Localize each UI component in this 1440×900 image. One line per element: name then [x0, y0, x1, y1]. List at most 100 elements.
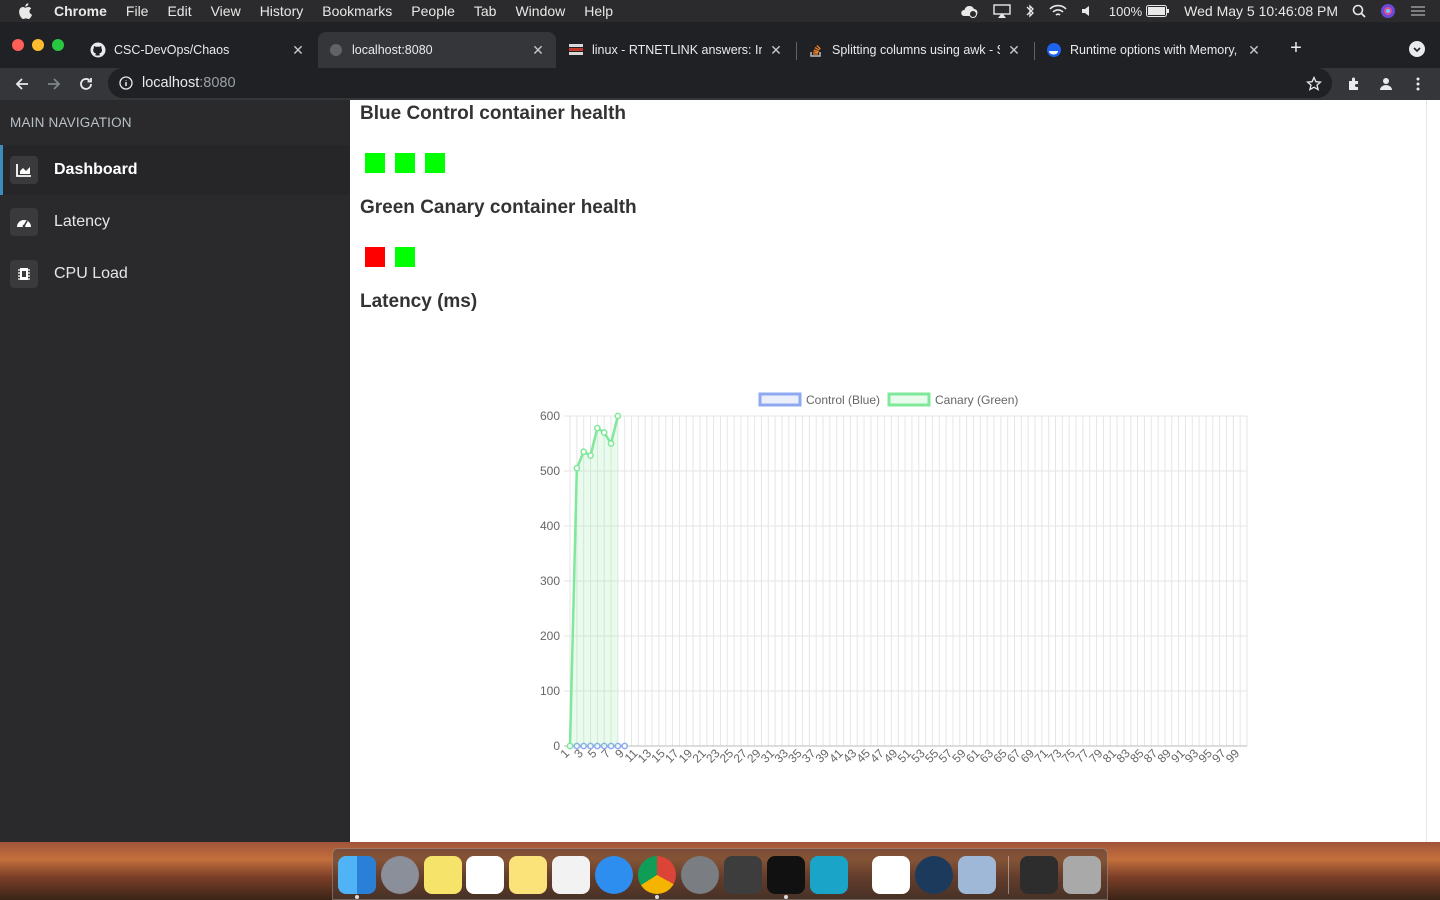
sublime-text-icon[interactable]: [724, 856, 762, 894]
menu-bookmarks[interactable]: Bookmarks: [322, 3, 392, 19]
launchpad-icon[interactable]: [381, 856, 419, 894]
menu-edit[interactable]: Edit: [167, 3, 191, 19]
notes-icon[interactable]: [509, 856, 547, 894]
apple-icon[interactable]: [18, 3, 38, 19]
remote-desktop-icon[interactable]: [810, 856, 848, 894]
spotlight-search-icon[interactable]: [1352, 4, 1366, 18]
battery-icon[interactable]: [1146, 5, 1170, 17]
clock[interactable]: Wed May 5 10:46:08 PM: [1184, 3, 1338, 19]
sidebar-item-latency[interactable]: Latency: [0, 197, 350, 247]
tab-close-icon[interactable]: ✕: [530, 42, 546, 58]
tab-title: Splitting columns using awk - S: [832, 43, 1000, 57]
tab-unix-stackexchange[interactable]: linux - RTNETLINK answers: In ✕: [558, 32, 794, 68]
running-indicator: [784, 895, 788, 899]
wifi-icon[interactable]: [1049, 4, 1067, 18]
running-indicator: [355, 895, 359, 899]
safari-icon[interactable]: [595, 856, 633, 894]
github-icon: [90, 42, 106, 58]
chrome-menu-icon[interactable]: [1407, 73, 1429, 95]
vscode-icon[interactable]: [872, 856, 910, 894]
tab-close-icon[interactable]: ✕: [1006, 42, 1022, 58]
calendar-icon[interactable]: [466, 856, 504, 894]
tab-separator: [796, 42, 797, 60]
extensions-icon[interactable]: [1343, 73, 1365, 95]
url-host: localhost: [142, 75, 200, 91]
tab-close-icon[interactable]: ✕: [1246, 42, 1262, 58]
data-point-canary: [573, 464, 581, 472]
tab-title: CSC-DevOps/Chaos: [114, 43, 230, 57]
siri-icon[interactable]: [1380, 3, 1396, 19]
volume-icon[interactable]: [1081, 4, 1095, 18]
zoom-window-button[interactable]: [52, 39, 64, 51]
back-button[interactable]: [11, 73, 33, 95]
virtualbox-icon[interactable]: [958, 856, 996, 894]
legend-label: Canary (Green): [935, 393, 1018, 407]
menu-tab[interactable]: Tab: [474, 3, 497, 19]
menu-help[interactable]: Help: [584, 3, 613, 19]
tab-stackoverflow[interactable]: Splitting columns using awk - S ✕: [798, 32, 1032, 68]
data-point-canary: [580, 448, 588, 456]
site-info-icon[interactable]: [119, 76, 133, 90]
bluetooth-icon[interactable]: [1025, 4, 1035, 18]
legend-label: Control (Blue): [806, 393, 880, 407]
menu-app-name[interactable]: Chrome: [54, 3, 107, 19]
reload-button[interactable]: [75, 73, 97, 95]
system-preferences-icon[interactable]: [681, 856, 719, 894]
tab-close-icon[interactable]: ✕: [768, 42, 784, 58]
reminders-icon[interactable]: [552, 856, 590, 894]
tab-localhost[interactable]: localhost:8080 ✕: [318, 32, 556, 68]
browser-tab-strip: CSC-DevOps/Chaos ✕ localhost:8080 ✕ linu…: [0, 22, 1440, 68]
stickies-icon[interactable]: [424, 856, 462, 894]
forward-button[interactable]: [43, 73, 65, 95]
quicktime-icon[interactable]: [915, 856, 953, 894]
new-tab-button[interactable]: +: [1286, 38, 1306, 58]
stackexchange-icon: [568, 42, 584, 58]
blue-control-health-heading: Blue Control container health: [360, 103, 627, 124]
trash-icon[interactable]: [1063, 856, 1101, 894]
sidebar-header: MAIN NAVIGATION: [10, 115, 132, 130]
tab-title: linux - RTNETLINK answers: In: [592, 43, 762, 57]
tab-close-icon[interactable]: ✕: [290, 42, 306, 58]
menu-window[interactable]: Window: [515, 3, 565, 19]
main-content: Blue Control container health Green Cana…: [350, 100, 1426, 842]
menu-view[interactable]: View: [211, 3, 241, 19]
page-scrollbar[interactable]: [1426, 100, 1440, 842]
menu-history[interactable]: History: [260, 3, 304, 19]
y-tick-label: 300: [540, 574, 560, 588]
legend-swatch: [758, 392, 802, 407]
minimize-window-button[interactable]: [32, 39, 44, 51]
sidebar-item-label: CPU Load: [54, 265, 128, 282]
chrome-icon[interactable]: [638, 856, 676, 894]
data-point-canary: [594, 424, 601, 432]
y-tick-label: 600: [540, 409, 560, 423]
close-window-button[interactable]: [12, 39, 24, 51]
notification-center-icon[interactable]: [1410, 5, 1426, 17]
tab-search-icon[interactable]: [1409, 41, 1425, 57]
bookmark-star-icon[interactable]: [1303, 73, 1325, 95]
sidebar: MAIN NAVIGATION Dashboard Latency CPU Lo…: [0, 100, 350, 842]
y-tick-label: 200: [540, 629, 560, 643]
menu-file[interactable]: File: [126, 3, 149, 19]
downloads-folder-icon[interactable]: [1020, 856, 1058, 894]
green-health-square: [365, 247, 385, 267]
blue-health-square: [395, 153, 415, 173]
address-bar[interactable]: localhost:8080: [108, 68, 1332, 98]
cloud-sync-icon[interactable]: [959, 4, 979, 18]
gauge-icon: [10, 208, 38, 236]
tab-github[interactable]: CSC-DevOps/Chaos ✕: [80, 32, 316, 68]
sidebar-item-dashboard[interactable]: Dashboard: [0, 145, 350, 195]
airplay-icon[interactable]: [993, 4, 1011, 18]
terminal-icon[interactable]: [767, 856, 805, 894]
latency-chart-heading: Latency (ms): [360, 291, 478, 312]
tab-separator: [1034, 42, 1035, 60]
finder-icon[interactable]: [338, 856, 376, 894]
browser-toolbar: localhost:8080: [0, 68, 1440, 100]
battery-percent[interactable]: 100%: [1109, 4, 1142, 19]
y-tick-label: 500: [540, 464, 560, 478]
tab-docker-docs[interactable]: Runtime options with Memory, ✕: [1036, 32, 1272, 68]
sidebar-item-cpu-load[interactable]: CPU Load: [0, 249, 350, 299]
menu-people[interactable]: People: [411, 3, 455, 19]
globe-icon: [328, 42, 344, 58]
profile-avatar-icon[interactable]: [1375, 73, 1397, 95]
green-health-square: [395, 247, 415, 267]
